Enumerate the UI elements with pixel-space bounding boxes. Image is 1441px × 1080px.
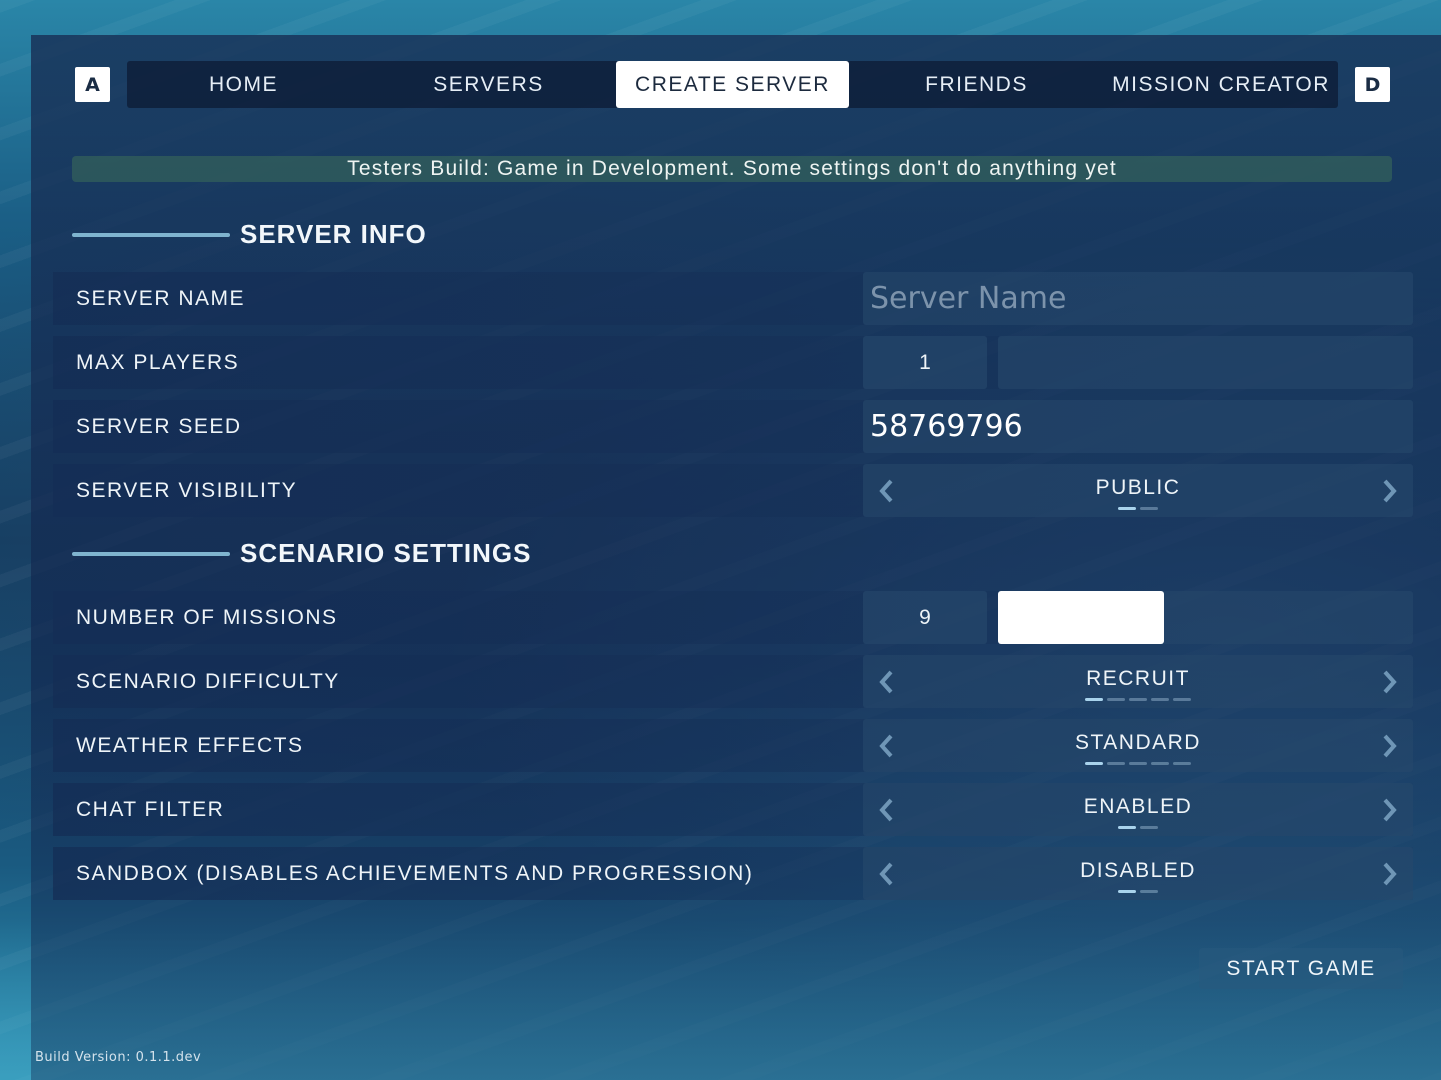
option-dot xyxy=(1173,698,1191,701)
option-indicator xyxy=(863,507,1413,510)
label-server-name: SERVER NAME xyxy=(76,287,245,310)
option-dot xyxy=(1118,826,1136,829)
option-dot xyxy=(1129,698,1147,701)
server-name-input[interactable] xyxy=(863,272,1413,325)
label-max-players: MAX PLAYERS xyxy=(76,351,240,374)
max-players-slider[interactable] xyxy=(998,336,1413,389)
option-dot xyxy=(1173,762,1191,765)
label-scenario-difficulty: SCENARIO DIFFICULTY xyxy=(76,670,340,693)
option-dot xyxy=(1107,698,1125,701)
chevron-right-icon[interactable] xyxy=(1365,719,1413,772)
section-divider-line xyxy=(72,552,230,556)
label-sandbox: SANDBOX (DISABLES ACHIEVEMENTS AND PROGR… xyxy=(76,862,754,885)
scenario-difficulty-value: RECRUIT xyxy=(1086,667,1190,690)
tab-servers[interactable]: SERVERS xyxy=(372,61,605,108)
tab-mission-creator[interactable]: MISSION CREATOR xyxy=(1104,61,1338,108)
option-indicator xyxy=(863,890,1413,893)
chat-filter-value: ENABLED xyxy=(1083,795,1193,818)
chevron-right-icon[interactable] xyxy=(1365,847,1413,900)
server-seed-input[interactable] xyxy=(863,400,1413,453)
option-dot xyxy=(1151,762,1169,765)
label-server-seed: SERVER SEED xyxy=(76,415,242,438)
option-dot xyxy=(1118,890,1136,893)
chevron-right-icon[interactable] xyxy=(1365,655,1413,708)
section-title-scenario-settings: SCENARIO SETTINGS xyxy=(240,538,532,568)
number-of-missions-slider[interactable] xyxy=(998,591,1413,644)
option-dot xyxy=(1140,826,1158,829)
tab-create-server[interactable]: CREATE SERVER xyxy=(616,61,849,108)
option-dot xyxy=(1140,890,1158,893)
option-indicator xyxy=(863,698,1413,701)
start-game-button[interactable]: START GAME xyxy=(1199,948,1403,989)
number-of-missions-slider-fill xyxy=(998,591,1164,644)
label-chat-filter: CHAT FILTER xyxy=(76,798,225,821)
max-players-value: 1 xyxy=(863,336,987,389)
build-version: Build Version: 0.1.1.dev xyxy=(35,1050,202,1065)
chevron-right-icon[interactable] xyxy=(1365,783,1413,836)
option-dot xyxy=(1140,507,1158,510)
label-weather-effects: WEATHER EFFECTS xyxy=(76,734,304,757)
option-dot xyxy=(1085,698,1103,701)
scenario-difficulty-selector: RECRUIT xyxy=(863,655,1413,708)
number-of-missions-value: 9 xyxy=(863,591,987,644)
section-divider-line xyxy=(72,233,230,237)
tab-friends[interactable]: FRIENDS xyxy=(860,61,1093,108)
server-visibility-value: PUBLIC xyxy=(1095,476,1181,499)
option-dot xyxy=(1129,762,1147,765)
label-server-visibility: SERVER VISIBILITY xyxy=(76,479,298,502)
option-dot xyxy=(1118,507,1136,510)
weather-effects-value: STANDARD xyxy=(1075,731,1201,754)
section-title-server-info: SERVER INFO xyxy=(240,219,427,249)
chevron-right-icon[interactable] xyxy=(1365,464,1413,517)
dev-build-banner: Testers Build: Game in Development. Some… xyxy=(72,156,1392,182)
server-visibility-selector: PUBLIC xyxy=(863,464,1413,517)
label-number-of-missions: NUMBER OF MISSIONS xyxy=(76,606,338,629)
option-dot xyxy=(1151,698,1169,701)
option-dot xyxy=(1107,762,1125,765)
chat-filter-selector: ENABLED xyxy=(863,783,1413,836)
option-dot xyxy=(1085,762,1103,765)
tab-home[interactable]: HOME xyxy=(127,61,360,108)
option-indicator xyxy=(863,826,1413,829)
option-indicator xyxy=(863,762,1413,765)
weather-effects-selector: STANDARD xyxy=(863,719,1413,772)
sandbox-selector: DISABLED xyxy=(863,847,1413,900)
sandbox-value: DISABLED xyxy=(1080,859,1196,882)
nav-prev-key[interactable]: A xyxy=(75,67,110,102)
nav-next-key[interactable]: D xyxy=(1355,67,1390,102)
